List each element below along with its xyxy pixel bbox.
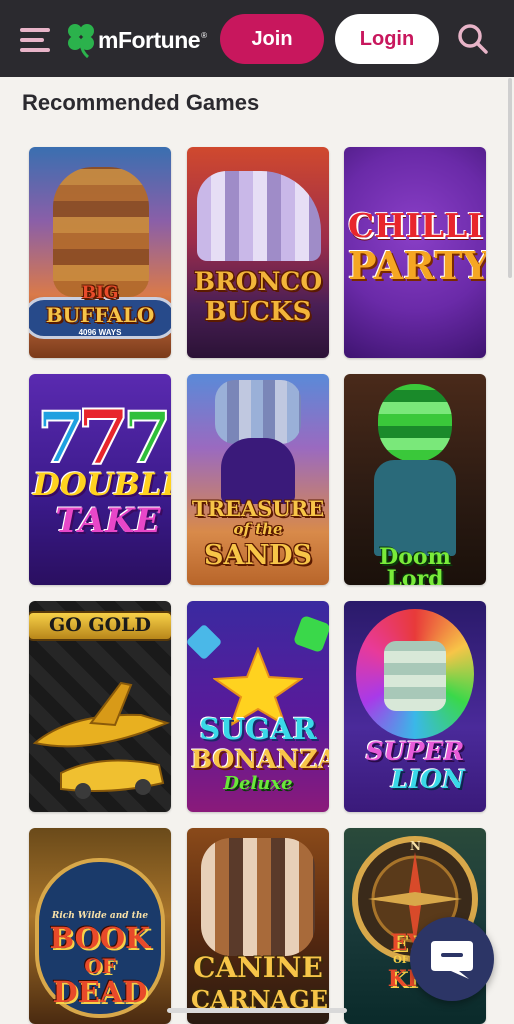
menu-icon (20, 28, 50, 32)
join-button[interactable]: Join (220, 14, 324, 64)
game-title: BONANZA (191, 745, 329, 774)
game-tile-doom-lord[interactable]: Doom Lord (344, 374, 486, 585)
game-title: BRONCO (193, 267, 323, 296)
menu-button[interactable] (20, 26, 54, 54)
game-title: SANDS (203, 540, 313, 571)
game-title: BOOK (49, 921, 151, 955)
game-tile-double-take[interactable]: 7 7 7 DOUBLE TAKE (29, 374, 171, 585)
game-tile-treasure-of-the-sands[interactable]: TREASURE of the SANDS (187, 374, 329, 585)
game-title: BUCKS (204, 297, 312, 327)
game-tile-super-lion[interactable]: SUPER LION (344, 601, 486, 812)
game-art-pixelated (384, 641, 446, 711)
game-character (221, 438, 295, 504)
game-tile-canine-carnage[interactable]: CANINE CARNAGE (187, 828, 329, 1024)
game-title: BUFFALO (45, 303, 155, 327)
game-tile-bronco-bucks[interactable]: BRONCO BUCKS (187, 147, 329, 358)
game-title: CANINE (193, 951, 323, 984)
game-art-pixelated (215, 380, 301, 444)
game-tile-book-of-dead[interactable]: Rich Wilde and the BOOK OF DEAD (29, 828, 171, 1024)
game-tile-big-buffalo[interactable]: BIG BUFFALO 4096 WAYS (29, 147, 171, 358)
trademark-mark: ® (201, 30, 207, 40)
game-art-pixelated (378, 384, 452, 462)
menu-icon-bar (20, 48, 50, 52)
section-title: Recommended Games (22, 90, 260, 115)
gold-jet-icon (32, 681, 171, 799)
game-art-pixelated (53, 167, 149, 297)
game-tile-chilli-party[interactable]: CHILLI PARTY (344, 147, 486, 358)
top-navigation-bar: mFortune ® Join Login (0, 0, 514, 77)
svg-text:7: 7 (77, 393, 130, 472)
game-art-pixelated (201, 838, 315, 956)
brand-logo[interactable]: mFortune ® (66, 20, 207, 60)
chat-bubble-icon (431, 941, 473, 979)
search-icon (458, 24, 488, 54)
game-title: OF (84, 954, 116, 978)
menu-icon-bar (20, 38, 44, 42)
game-title: GO GOLD (48, 614, 151, 636)
game-tile-sugar-bonanza-deluxe[interactable]: SUGAR BONANZA Deluxe (187, 601, 329, 812)
game-title: SUGAR (199, 712, 317, 746)
page-scrollbar[interactable] (508, 78, 512, 278)
login-button[interactable]: Login (335, 14, 439, 64)
game-character (374, 460, 456, 556)
brand-name: mFortune (98, 26, 201, 53)
game-subtitle: 4096 WAYS (78, 328, 122, 337)
game-title: CHILLI (348, 206, 483, 245)
game-title: DEAD (52, 975, 148, 1009)
search-button[interactable] (456, 22, 490, 56)
home-indicator[interactable] (167, 1008, 347, 1013)
lucky-seven-icon: 7 7 7 (36, 392, 171, 472)
chat-button[interactable] (410, 917, 494, 1001)
game-title: BIG (81, 283, 119, 303)
game-title: TAKE (55, 501, 161, 541)
game-title: DOUBLE (33, 467, 171, 503)
game-tile-go-for-gold[interactable]: GO GOLD (29, 601, 171, 812)
game-title: Deluxe (223, 773, 293, 794)
game-title: PARTY (348, 243, 486, 288)
svg-text:7: 7 (123, 396, 171, 472)
game-title: Doom Lord (379, 544, 451, 585)
game-subtitle: Rich Wilde and the (51, 911, 149, 921)
game-title: SUPER (365, 737, 465, 766)
game-title: of the (233, 520, 283, 538)
game-title: LION (391, 765, 465, 794)
clover-logo-icon (68, 24, 94, 58)
svg-text:N: N (410, 839, 421, 853)
game-title: TREASURE (191, 496, 325, 521)
